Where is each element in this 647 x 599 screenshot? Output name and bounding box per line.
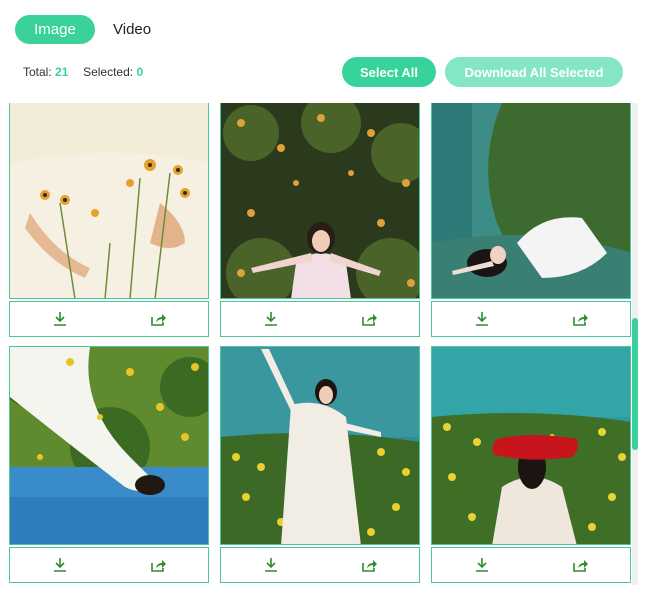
media-type-tabs: Image Video — [15, 15, 169, 44]
download-icon[interactable] — [48, 553, 72, 577]
gallery-card — [9, 103, 209, 337]
photo-thumbnail[interactable] — [431, 346, 631, 545]
share-icon[interactable] — [569, 307, 593, 331]
card-actions — [9, 547, 209, 583]
card-actions — [431, 547, 631, 583]
tab-image[interactable]: Image — [15, 15, 95, 44]
photo-thumbnail[interactable] — [220, 103, 420, 299]
photo-thumbnail[interactable] — [431, 103, 631, 299]
share-icon[interactable] — [358, 307, 382, 331]
share-icon[interactable] — [569, 553, 593, 577]
download-icon[interactable] — [470, 307, 494, 331]
download-all-selected-button[interactable]: Download All Selected — [445, 57, 623, 87]
total-count: 21 — [55, 65, 69, 79]
share-icon[interactable] — [358, 553, 382, 577]
image-gallery — [0, 103, 631, 585]
photo-thumbnail[interactable] — [9, 346, 209, 545]
tab-video[interactable]: Video — [95, 15, 169, 44]
download-icon[interactable] — [48, 307, 72, 331]
gallery-card — [431, 346, 631, 583]
share-icon[interactable] — [147, 553, 171, 577]
download-icon[interactable] — [259, 307, 283, 331]
photo-thumbnail[interactable] — [220, 346, 420, 545]
share-icon[interactable] — [147, 307, 171, 331]
select-all-button[interactable]: Select All — [342, 57, 436, 87]
download-icon[interactable] — [259, 553, 283, 577]
gallery-card — [9, 346, 209, 583]
selection-stats: Total: 21 Selected: 0 — [23, 65, 143, 79]
scrollbar-thumb[interactable] — [632, 318, 638, 450]
card-actions — [9, 301, 209, 337]
total-label: Total: — [23, 65, 52, 79]
card-actions — [220, 301, 420, 337]
gallery-card — [220, 346, 420, 583]
card-actions — [431, 301, 631, 337]
gallery-card — [220, 103, 420, 337]
selected-count: 0 — [136, 65, 144, 79]
selected-label: Selected: — [83, 65, 134, 79]
gallery-card — [431, 103, 631, 337]
photo-thumbnail[interactable] — [9, 103, 209, 299]
card-actions — [220, 547, 420, 583]
download-icon[interactable] — [470, 553, 494, 577]
